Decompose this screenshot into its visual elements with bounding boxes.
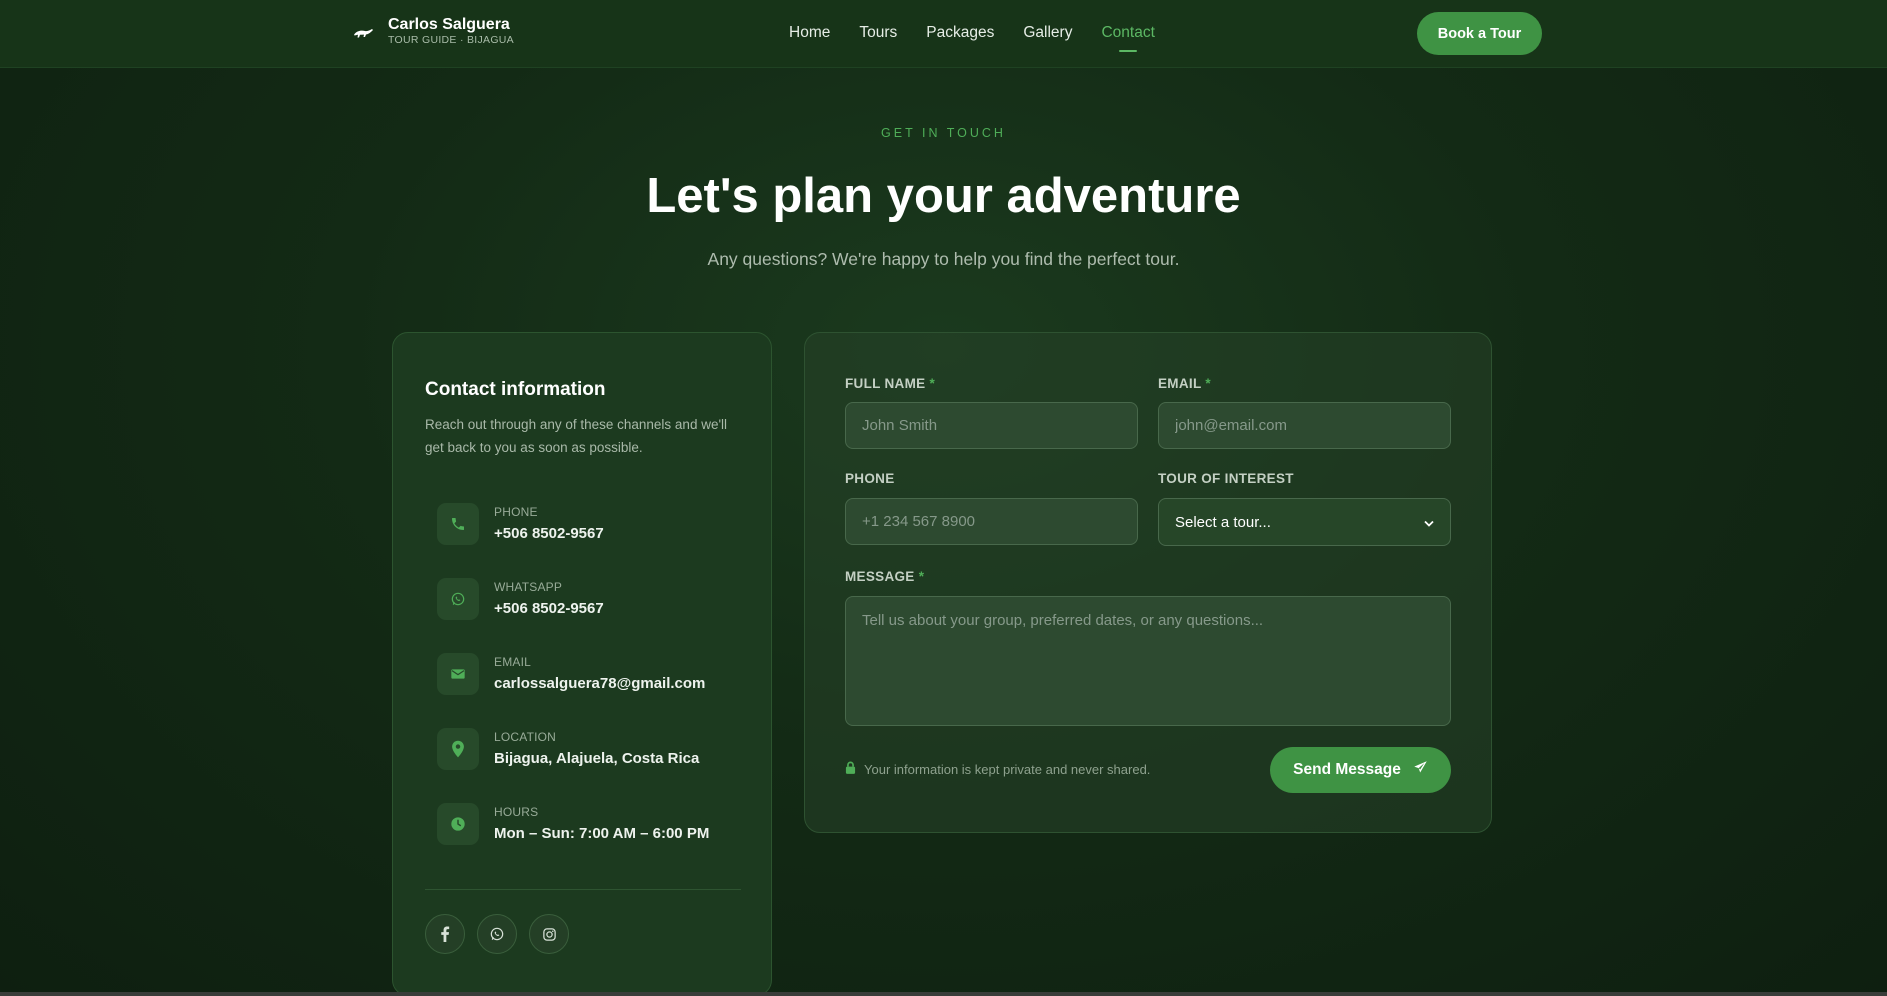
whatsapp-icon [437, 578, 479, 620]
contact-info-card: Contact information Reach out through an… [392, 332, 772, 996]
contact-item-whatsapp[interactable]: WHATSAPP +506 8502-9567 [437, 578, 604, 620]
facebook-icon[interactable] [425, 914, 465, 954]
contact-item-value: Mon – Sun: 7:00 AM – 6:00 PM [494, 825, 710, 842]
tour-label: TOUR OF INTEREST [1158, 471, 1294, 486]
contact-item-label: WHATSAPP [494, 580, 563, 594]
contact-item-email[interactable]: EMAIL carlossalguera78@gmail.com [437, 653, 705, 695]
main-nav: Home Tours Packages Gallery Contact [789, 24, 1155, 42]
contact-item-label: LOCATION [494, 730, 557, 744]
envelope-icon [437, 653, 479, 695]
message-textarea[interactable] [845, 596, 1451, 726]
message-label-text: MESSAGE [845, 569, 915, 584]
email-input[interactable] [1158, 402, 1451, 449]
tour-select[interactable]: Select a tour... [1158, 498, 1451, 546]
required-mark: * [929, 376, 936, 391]
full-name-label-text: FULL NAME [845, 376, 926, 391]
paper-plane-icon [1413, 760, 1428, 780]
send-message-button[interactable]: Send Message [1270, 747, 1451, 793]
contact-item-value: +506 8502-9567 [494, 600, 604, 617]
brand-name: Carlos Salguera [388, 16, 510, 33]
contact-item-label: EMAIL [494, 655, 532, 669]
nav-tours[interactable]: Tours [859, 24, 897, 42]
nav-packages[interactable]: Packages [926, 24, 994, 42]
sloth-icon [352, 22, 374, 44]
contact-item-location[interactable]: LOCATION Bijagua, Alajuela, Costa Rica [437, 728, 699, 770]
full-name-input[interactable] [845, 402, 1138, 449]
full-name-label: FULL NAME * [845, 376, 935, 391]
map-pin-icon [437, 728, 479, 770]
contact-info-title: Contact information [425, 379, 606, 400]
page-title: Let's plan your adventure [646, 169, 1241, 223]
tour-select-value: Select a tour... [1175, 513, 1271, 531]
contact-form: FULL NAME * EMAIL * PHONE TOUR OF INTERE… [804, 332, 1492, 833]
brand-tagline: TOUR GUIDE · BIJAGUA [388, 34, 514, 46]
instagram-icon[interactable] [529, 914, 569, 954]
phone-input[interactable] [845, 498, 1138, 545]
nav-contact[interactable]: Contact [1101, 24, 1154, 42]
nav-gallery[interactable]: Gallery [1023, 24, 1072, 42]
contact-item-value: +506 8502-9567 [494, 525, 604, 542]
privacy-text: Your information is kept private and nev… [864, 761, 1151, 777]
contact-item-value: Bijagua, Alajuela, Costa Rica [494, 750, 700, 767]
privacy-note: Your information is kept private and nev… [845, 761, 1150, 777]
send-message-label: Send Message [1293, 761, 1401, 778]
site-header: Carlos Salguera TOUR GUIDE · BIJAGUA Hom… [0, 0, 1887, 68]
clock-icon [437, 803, 479, 845]
message-label: MESSAGE * [845, 569, 924, 584]
contact-item-label: HOURS [494, 805, 539, 819]
page-subtitle: Any questions? We're happy to help you f… [707, 249, 1180, 269]
phone-label: PHONE [845, 471, 895, 486]
contact-item-label: PHONE [494, 505, 538, 519]
phone-icon [437, 503, 479, 545]
book-tour-button[interactable]: Book a Tour [1417, 12, 1542, 55]
email-label: EMAIL * [1158, 376, 1211, 391]
lock-icon [845, 761, 856, 777]
divider [425, 889, 741, 890]
section-eyebrow: GET IN TOUCH [881, 126, 1006, 140]
contact-item-hours: HOURS Mon – Sun: 7:00 AM – 6:00 PM [437, 803, 709, 845]
contact-item-phone[interactable]: PHONE +506 8502-9567 [437, 503, 604, 545]
required-mark: * [1205, 376, 1211, 391]
brand[interactable]: Carlos Salguera TOUR GUIDE · BIJAGUA [352, 16, 514, 46]
contact-item-value: carlossalguera78@gmail.com [494, 675, 706, 692]
required-mark: * [918, 569, 925, 584]
nav-home[interactable]: Home [789, 24, 830, 42]
contact-info-description: Reach out through any of these channels … [425, 417, 728, 455]
email-label-text: EMAIL [1158, 376, 1202, 391]
chevron-down-icon [1424, 514, 1434, 531]
page-bottom-edge [0, 992, 1887, 996]
whatsapp-icon[interactable] [477, 914, 517, 954]
